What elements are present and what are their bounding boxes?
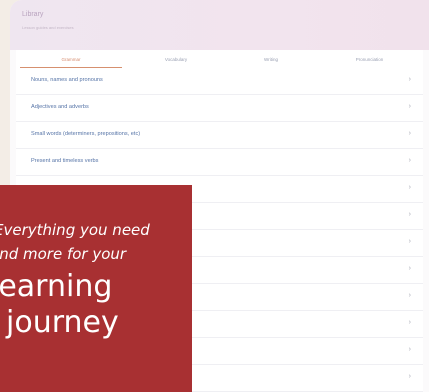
page-header: Library Lesson guides and exercises (10, 0, 429, 50)
promo-line-3: learning (0, 269, 113, 304)
tab-writing[interactable]: Writing (226, 50, 316, 68)
list-item-label: Present and timeless verbs (31, 158, 99, 164)
chevron-right-icon: › (408, 292, 411, 299)
list-item[interactable]: Present and timeless verbs › (16, 149, 423, 176)
chevron-right-icon: › (408, 157, 411, 164)
tab-vocabulary[interactable]: Vocabulary (126, 50, 226, 68)
chevron-right-icon: › (408, 319, 411, 326)
list-item-label: Nouns, names and pronouns (31, 77, 103, 83)
chevron-right-icon: › (408, 184, 411, 191)
list-item-label: Small words (determiners, prepositions, … (31, 131, 141, 137)
chevron-right-icon: › (408, 76, 411, 83)
promo-line-4: journey (6, 305, 119, 340)
chevron-right-icon: › (408, 211, 411, 218)
page-subtitle: Lesson guides and exercises (22, 25, 74, 30)
list-item[interactable]: Nouns, names and pronouns › (16, 68, 423, 95)
chevron-right-icon: › (408, 103, 411, 110)
list-item[interactable]: Adjectives and adverbs › (16, 95, 423, 122)
promo-banner: Everything you need and more for your le… (0, 185, 192, 392)
chevron-right-icon: › (408, 238, 411, 245)
list-item[interactable]: Small words (determiners, prepositions, … (16, 122, 423, 149)
promo-line-1: Everything you need (0, 221, 150, 239)
chevron-right-icon: › (408, 130, 411, 137)
chevron-right-icon: › (408, 373, 411, 380)
chevron-right-icon: › (408, 265, 411, 272)
list-item-label: Adjectives and adverbs (31, 104, 89, 110)
tab-pronunciation[interactable]: Pronunciation (316, 50, 423, 68)
tab-grammar[interactable]: Grammar (16, 50, 126, 69)
promo-line-2: and more for your (0, 245, 127, 263)
tab-bar: Grammar Vocabulary Writing Pronunciation (16, 50, 423, 69)
chevron-right-icon: › (408, 346, 411, 353)
page-title: Library (22, 11, 44, 18)
